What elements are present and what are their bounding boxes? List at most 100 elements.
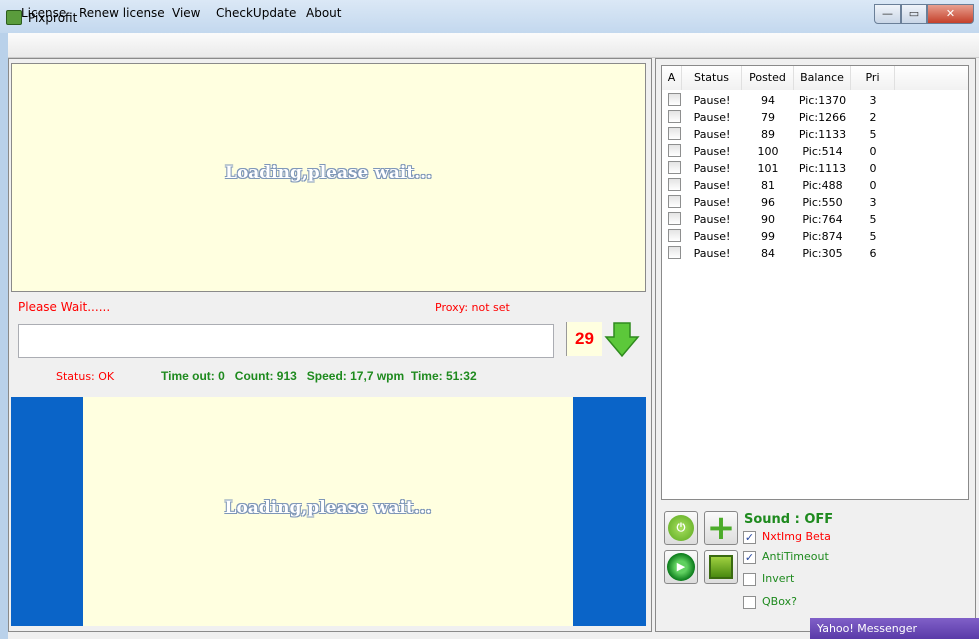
row-checkbox[interactable]	[668, 212, 681, 225]
option-label[interactable]: NxtImg Beta	[762, 530, 831, 543]
col-a[interactable]: A	[662, 66, 682, 90]
row-balance: Pic:550	[802, 196, 843, 209]
app-icon	[6, 10, 22, 25]
table-row[interactable]: Pause! 84 Pic:305 6	[662, 245, 962, 262]
power-icon: ⏻	[668, 515, 694, 541]
row-checkbox[interactable]	[668, 93, 681, 106]
menu-checkupdate[interactable]: CheckUpdate	[216, 6, 296, 20]
row-status: Pause!	[693, 213, 731, 226]
row-posted: 99	[761, 230, 775, 243]
option-checkbox[interactable]: ✓	[743, 531, 756, 544]
row-posted: 84	[761, 247, 775, 260]
row-checkbox[interactable]	[668, 229, 681, 242]
captcha-input[interactable]	[18, 324, 554, 358]
row-pri: 5	[869, 230, 877, 243]
row-balance: Pic:1370	[798, 94, 847, 107]
row-checkbox[interactable]	[668, 144, 681, 157]
close-button[interactable]: ✕	[927, 4, 974, 24]
table-row[interactable]: Pause! 81 Pic:488 0	[662, 177, 962, 194]
row-status: Pause!	[693, 179, 731, 192]
row-pri: 3	[869, 196, 877, 209]
captcha-image: Loading,please wait...	[11, 63, 646, 292]
col-posted[interactable]: Posted	[742, 66, 794, 90]
option-label[interactable]: AntiTimeout	[762, 550, 829, 563]
row-checkbox[interactable]	[668, 161, 681, 174]
row-status: Pause!	[693, 94, 731, 107]
row-posted: 81	[761, 179, 775, 192]
table-row[interactable]: Pause! 96 Pic:550 3	[662, 194, 962, 211]
option-label[interactable]: QBox?	[762, 595, 797, 608]
row-status: Pause!	[693, 247, 731, 260]
row-status: Pause!	[693, 111, 731, 124]
table-row[interactable]: Pause! 99 Pic:874 5	[662, 228, 962, 245]
row-status: Pause!	[693, 162, 731, 175]
minimize-button[interactable]: —	[874, 4, 901, 24]
proxy-label: Proxy: not set	[435, 301, 510, 314]
row-pri: 6	[869, 247, 877, 260]
table-row[interactable]: Pause! 101 Pic:1113 0	[662, 160, 962, 177]
add-button[interactable]: +	[704, 508, 738, 548]
row-status: Pause!	[693, 145, 731, 158]
row-balance: Pic:1133	[798, 128, 847, 141]
row-pri: 2	[869, 111, 877, 124]
popup-title: Yahoo! Messenger	[817, 622, 918, 635]
option-checkbox[interactable]: ✓	[743, 551, 756, 564]
row-pri: 0	[869, 145, 877, 158]
row-status: Pause!	[693, 230, 731, 243]
option-checkbox[interactable]	[743, 596, 756, 609]
row-checkbox[interactable]	[668, 178, 681, 191]
menu-license[interactable]: License	[21, 6, 66, 20]
row-status: Pause!	[693, 196, 731, 209]
maximize-button[interactable]: ▭	[901, 4, 927, 24]
row-pri: 5	[869, 128, 877, 141]
option-label[interactable]: Invert	[762, 572, 794, 585]
col-pri[interactable]: Pri	[851, 66, 895, 90]
arrow-down-icon[interactable]	[604, 322, 640, 358]
row-posted: 79	[761, 111, 775, 124]
row-balance: Pic:764	[802, 213, 843, 226]
menu-view[interactable]: View	[172, 6, 200, 20]
table-row[interactable]: Pause! 79 Pic:1266 2	[662, 109, 962, 126]
please-wait-label: Please Wait......	[18, 300, 111, 314]
row-status: Pause!	[693, 128, 731, 141]
col-status[interactable]: Status	[682, 66, 742, 90]
row-posted: 89	[761, 128, 775, 141]
row-posted: 96	[761, 196, 775, 209]
image-button[interactable]	[704, 550, 738, 584]
power-button[interactable]: ⏻	[664, 511, 698, 545]
row-posted: 100	[757, 145, 779, 158]
row-pri: 5	[869, 213, 877, 226]
menu-bar	[8, 33, 979, 58]
menu-renew-license[interactable]: Renew license	[79, 6, 165, 20]
row-posted: 94	[761, 94, 775, 107]
preview-image: Loading,please wait...	[83, 397, 573, 626]
status-label: Status: OK	[56, 370, 115, 383]
row-checkbox[interactable]	[668, 127, 681, 140]
row-balance: Pic:514	[802, 145, 843, 158]
option-checkbox[interactable]	[743, 573, 756, 586]
image-icon	[709, 555, 733, 579]
sound-toggle[interactable]: Sound : OFF	[744, 512, 833, 527]
row-pri: 0	[869, 162, 877, 175]
row-balance: Pic:305	[802, 247, 843, 260]
table-row[interactable]: Pause! 94 Pic:1370 3	[662, 92, 962, 109]
row-balance: Pic:874	[802, 230, 843, 243]
col-filler	[895, 66, 968, 90]
row-pri: 0	[869, 179, 877, 192]
row-checkbox[interactable]	[668, 195, 681, 208]
table-row[interactable]: Pause! 89 Pic:1133 5	[662, 126, 962, 143]
row-posted: 101	[757, 162, 779, 175]
play-button[interactable]: ▶	[664, 550, 698, 584]
yahoo-messenger-popup[interactable]: Yahoo! Messenger	[810, 618, 979, 639]
countdown-counter: 29	[566, 322, 602, 356]
col-balance[interactable]: Balance	[794, 66, 851, 90]
table-row[interactable]: Pause! 100 Pic:514 0	[662, 143, 962, 160]
row-balance: Pic:1113	[798, 162, 847, 175]
menu-about[interactable]: About	[306, 6, 341, 20]
row-balance: Pic:488	[802, 179, 843, 192]
accounts-list[interactable]: A Status Posted Balance Pri Pause! 94 Pi…	[661, 65, 969, 500]
row-checkbox[interactable]	[668, 246, 681, 259]
row-checkbox[interactable]	[668, 110, 681, 123]
table-row[interactable]: Pause! 90 Pic:764 5	[662, 211, 962, 228]
row-pri: 3	[869, 94, 877, 107]
